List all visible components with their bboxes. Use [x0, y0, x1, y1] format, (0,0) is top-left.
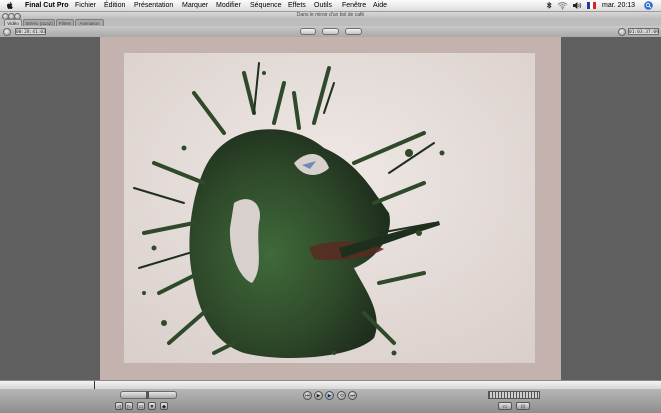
zoom-popup[interactable] [300, 28, 316, 35]
timecode-duration[interactable]: 00:28:41:03 [15, 28, 46, 35]
go-to-out-icon[interactable]: ⏭ [348, 391, 357, 400]
mark-out-icon[interactable]: ▷ [125, 402, 133, 410]
spotlight-icon[interactable] [644, 1, 653, 10]
play-icon[interactable]: ▶ [325, 391, 334, 400]
window-title: Dans le miroir d'un bol de café [296, 12, 365, 18]
clock-icon[interactable] [3, 28, 11, 36]
menu-edition[interactable]: Édition [104, 0, 125, 11]
menu-aide[interactable]: Aide [373, 0, 387, 11]
mark-clip-button[interactable]: ⊡ [516, 402, 530, 410]
menu-sequence[interactable]: Séquence [250, 0, 282, 11]
play-around-icon[interactable]: ⟲ [337, 391, 346, 400]
transport-controls: ◁ ▷ ▭ ▼ ◆ ⏮ ▶ ▶ ⟲ ⏭ ▭ ⊡ [0, 389, 661, 413]
menu-bar: Final Cut Pro Fichier Édition Présentati… [0, 0, 661, 12]
menu-presentation[interactable]: Présentation [134, 0, 173, 11]
keyframe-icon[interactable]: ◆ [160, 402, 168, 410]
viewer-canvas[interactable] [0, 37, 661, 380]
video-frame [100, 37, 561, 380]
volume-icon[interactable] [572, 1, 582, 10]
add-marker-icon[interactable]: ▼ [148, 402, 156, 410]
wifi-icon[interactable] [557, 1, 568, 10]
go-to-in-icon[interactable]: ⏮ [303, 391, 312, 400]
timecode-current[interactable]: 01:03:37:09 [628, 28, 659, 35]
canvas-margin-right [561, 37, 661, 380]
tab-stereo[interactable]: Stéréo (a1a2) [23, 19, 55, 26]
canvas-margin-left [0, 37, 100, 380]
app-menu[interactable]: Final Cut Pro [25, 0, 69, 11]
video-image [124, 53, 535, 363]
menu-effets[interactable]: Effets [288, 0, 306, 11]
menu-modifier[interactable]: Modifier [216, 0, 241, 11]
menu-marquer[interactable]: Marquer [182, 0, 208, 11]
play-in-to-out-icon[interactable]: ▶ [314, 391, 323, 400]
jog-control[interactable] [488, 391, 540, 399]
shuttle-knob[interactable] [146, 391, 149, 399]
mark-in-icon[interactable]: ◁ [115, 402, 123, 410]
menu-outils[interactable]: Outils [314, 0, 332, 11]
tab-animation[interactable]: Animation [75, 19, 104, 26]
viewer-tabs: Vidéo Stéréo (a1a2) Filtres Animation [0, 19, 661, 26]
match-frame-button[interactable]: ▭ [498, 402, 512, 410]
menu-fenetre[interactable]: Fenêtre [342, 0, 366, 11]
flag-fr-icon[interactable] [587, 2, 596, 9]
tab-filtres[interactable]: Filtres [56, 19, 74, 26]
bluetooth-icon[interactable] [546, 1, 552, 10]
shuttle-control[interactable] [120, 391, 177, 399]
menu-fichier[interactable]: Fichier [75, 0, 96, 11]
tab-video[interactable]: Vidéo [4, 19, 22, 26]
view-popup[interactable] [322, 28, 339, 35]
menubar-clock[interactable]: mar. 20:13 [602, 0, 635, 11]
mark-clip-icon[interactable]: ▭ [137, 402, 145, 410]
overlay-popup[interactable] [345, 28, 362, 35]
apple-menu-icon[interactable] [6, 1, 14, 10]
clock-icon[interactable] [618, 28, 626, 36]
